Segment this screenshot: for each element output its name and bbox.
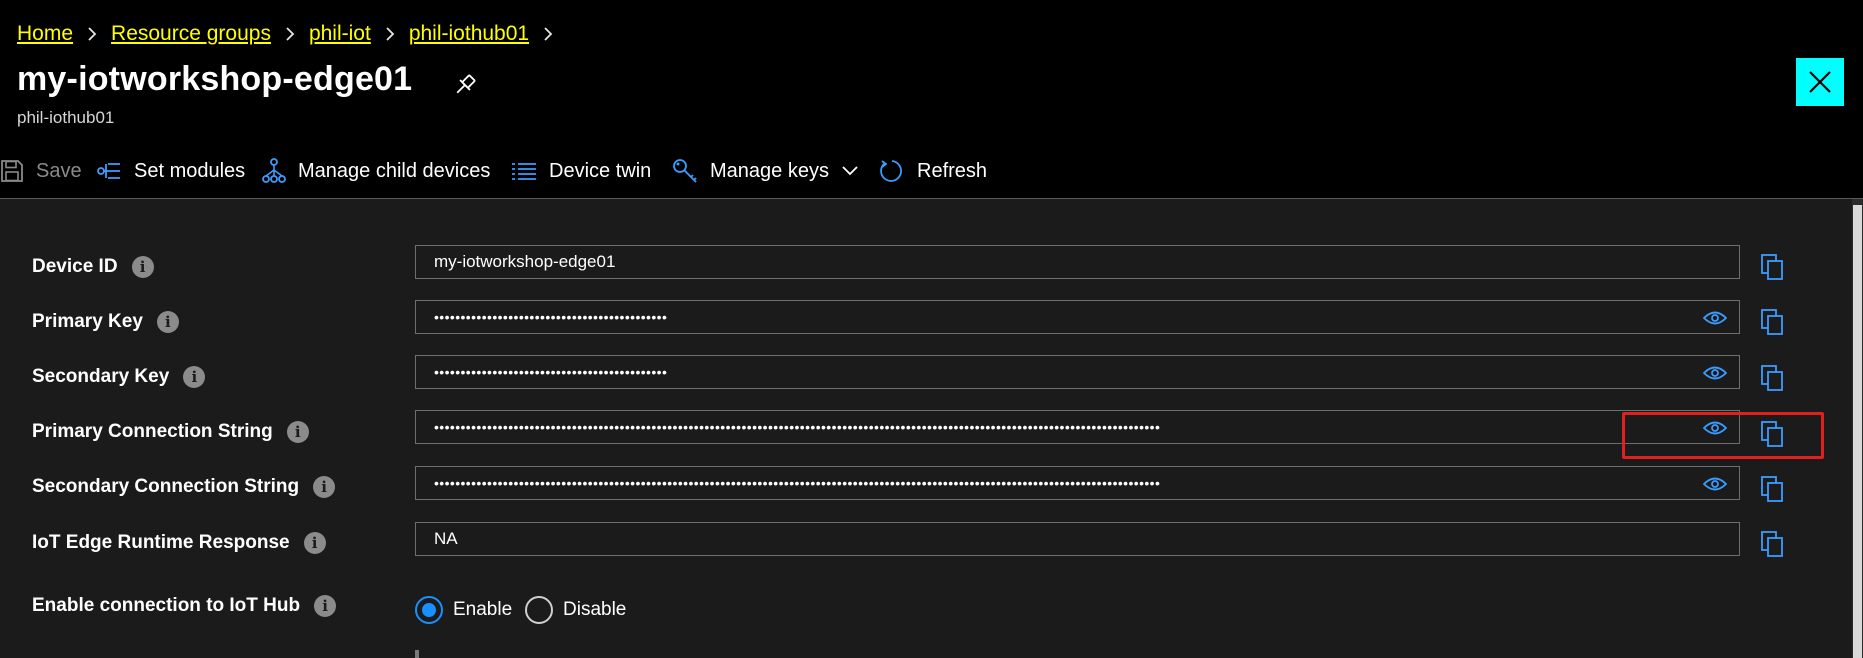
save-button[interactable]: Save	[0, 144, 82, 198]
eye-icon[interactable]	[1703, 475, 1727, 493]
save-icon	[1, 160, 23, 182]
device-id-label: Device ID i	[32, 252, 154, 282]
set-modules-button[interactable]: Set modules	[96, 144, 245, 198]
breadcrumb-home[interactable]: Home	[17, 22, 73, 46]
breadcrumb-phil-iot[interactable]: phil-iot	[309, 22, 371, 46]
copy-icon[interactable]	[1760, 364, 1784, 392]
close-button[interactable]	[1796, 58, 1844, 106]
info-icon[interactable]: i	[314, 595, 337, 617]
breadcrumb: Home Resource groups phil-iot phil-iothu…	[17, 20, 567, 48]
copy-icon[interactable]	[1760, 308, 1784, 336]
info-icon[interactable]: i	[286, 421, 309, 443]
primary-key-label: Primary Key i	[32, 307, 179, 337]
secondary-connection-string-label: Secondary Connection String i	[32, 472, 336, 502]
manage-child-devices-button[interactable]: Manage child devices	[262, 144, 490, 198]
copy-icon[interactable]	[1760, 530, 1784, 558]
key-icon	[673, 159, 697, 183]
command-bar: Save Set modules Manage child devices De…	[0, 144, 1863, 199]
device-twin-label: Device twin	[549, 159, 652, 182]
secondary-key-label: Secondary Key i	[32, 362, 206, 392]
close-icon	[1809, 71, 1831, 93]
refresh-label: Refresh	[917, 159, 988, 182]
divider	[415, 650, 419, 658]
scrollbar-thumb[interactable]	[1853, 205, 1862, 658]
set-modules-label: Set modules	[134, 159, 246, 182]
radio-selected-icon[interactable]	[415, 596, 443, 624]
info-icon[interactable]: i	[156, 311, 179, 333]
chevron-right-icon	[87, 26, 97, 42]
breadcrumb-phil-iothub01[interactable]: phil-iothub01	[409, 22, 529, 46]
primary-key-field[interactable]: ••••••••••••••••••••••••••••••••••••••••…	[415, 300, 1740, 334]
info-icon[interactable]: i	[131, 256, 154, 278]
chevron-down-icon	[842, 166, 858, 176]
primary-connection-string-label: Primary Connection String i	[32, 417, 309, 447]
refresh-button[interactable]: Refresh	[879, 144, 987, 198]
refresh-icon	[880, 160, 902, 182]
connection-label: Enable connection to IoT Hub i	[32, 591, 337, 621]
secondary-connection-string-field[interactable]: ••••••••••••••••••••••••••••••••••••••••…	[415, 466, 1740, 500]
enable-radio[interactable]: Enable	[415, 596, 512, 624]
runtime-response-label: IoT Edge Runtime Response i	[32, 528, 326, 558]
eye-icon[interactable]	[1703, 309, 1727, 327]
secondary-key-field[interactable]: ••••••••••••••••••••••••••••••••••••••••…	[415, 355, 1740, 389]
page-subtitle: phil-iothub01	[17, 108, 115, 127]
manage-child-devices-label: Manage child devices	[298, 159, 491, 182]
info-icon[interactable]: i	[313, 476, 336, 498]
copy-icon[interactable]	[1760, 253, 1784, 281]
highlight-box	[1622, 412, 1824, 459]
page-title: my-iotworkshop-edge01	[17, 60, 413, 98]
info-icon[interactable]: i	[183, 366, 206, 388]
info-icon[interactable]: i	[303, 532, 326, 554]
pin-icon[interactable]	[450, 70, 480, 100]
breadcrumb-resource-groups[interactable]: Resource groups	[111, 22, 271, 46]
radio-unselected-icon[interactable]	[525, 596, 553, 624]
chevron-right-icon	[285, 26, 295, 42]
modules-icon	[97, 163, 120, 179]
disable-radio[interactable]: Disable	[525, 596, 626, 624]
copy-icon[interactable]	[1760, 475, 1784, 503]
device-twin-button[interactable]: Device twin	[511, 144, 651, 198]
eye-icon[interactable]	[1703, 364, 1727, 382]
chevron-right-icon	[385, 26, 395, 42]
manage-keys-label: Manage keys	[710, 159, 829, 182]
save-label: Save	[36, 159, 82, 182]
chevron-right-icon	[543, 26, 553, 42]
device-id-field[interactable]: my-iotworkshop-edge01	[415, 245, 1740, 279]
hierarchy-icon	[262, 158, 286, 183]
primary-connection-string-field[interactable]: ••••••••••••••••••••••••••••••••••••••••…	[415, 410, 1740, 444]
list-icon	[512, 163, 536, 180]
runtime-response-field: NA	[415, 522, 1740, 556]
manage-keys-button[interactable]: Manage keys	[672, 144, 859, 198]
